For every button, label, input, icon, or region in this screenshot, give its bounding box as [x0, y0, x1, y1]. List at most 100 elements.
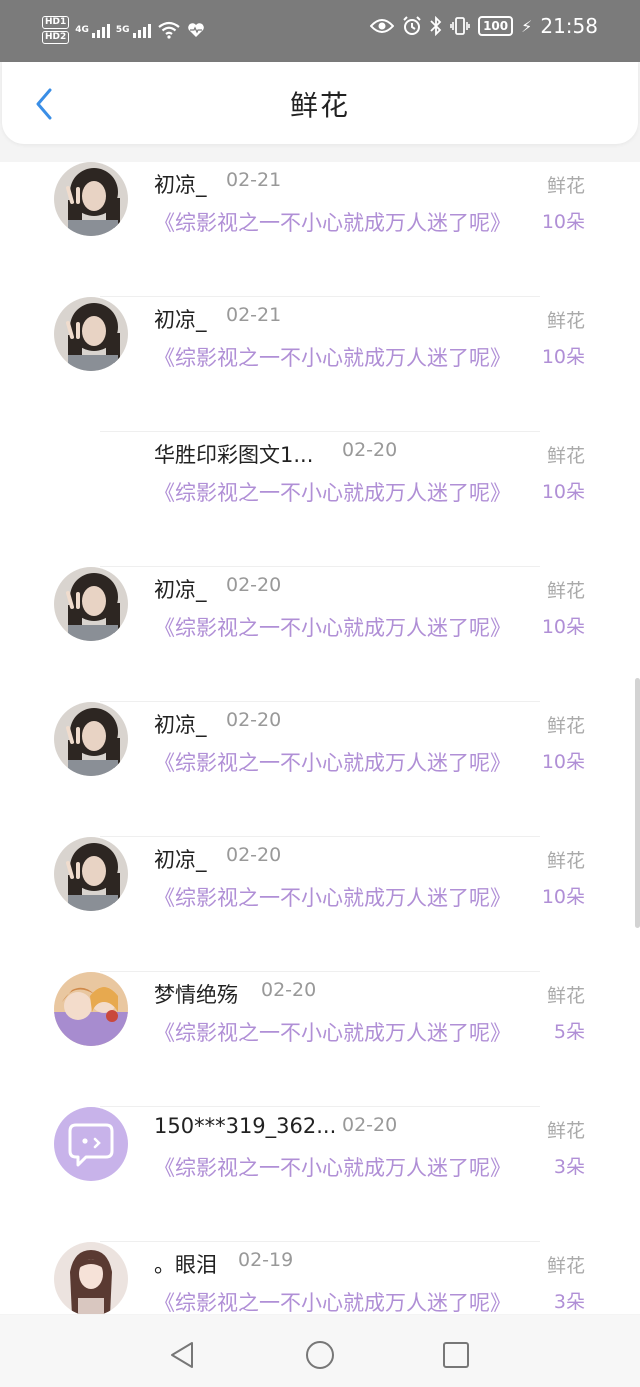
gift-date: 02-20 [226, 709, 282, 731]
gift-type: 鲜花 [546, 985, 585, 1007]
circle-home-icon [306, 1341, 334, 1369]
avatar[interactable] [54, 702, 128, 776]
gift-type: 鲜花 [546, 310, 585, 332]
avatar[interactable] [54, 972, 128, 1046]
list-item[interactable]: 。眼泪 02-19 《综影视之一不小心就成万人迷了呢》 鲜花 3朵 [0, 1242, 640, 1314]
gift-date: 02-20 [261, 979, 317, 1001]
user-name: 150***319_362... [154, 1114, 337, 1138]
gift-type: 鲜花 [546, 1120, 585, 1142]
user-name: 初凉_ [154, 578, 207, 602]
gift-count: 10朵 [541, 481, 585, 503]
list-item[interactable]: 初凉_ 02-20 《综影视之一不小心就成万人迷了呢》 鲜花 10朵 [0, 567, 640, 702]
gift-type: 鲜花 [546, 445, 585, 467]
gift-type: 鲜花 [546, 1255, 585, 1277]
user-name: 。眼泪 [154, 1253, 217, 1277]
bluetooth-icon [430, 16, 442, 36]
book-title[interactable]: 《综影视之一不小心就成万人迷了呢》 [154, 207, 511, 237]
clock: 21:58 [540, 14, 598, 38]
flower-gift-list[interactable]: 初凉_ 02-21 《综影视之一不小心就成万人迷了呢》 鲜花 10朵 初凉_ 0… [0, 162, 640, 1314]
gift-date: 02-20 [342, 1114, 398, 1136]
gift-count: 10朵 [541, 211, 585, 233]
system-nav-bar [0, 1315, 640, 1387]
list-item[interactable]: 初凉_ 02-21 《综影视之一不小心就成万人迷了呢》 鲜花 10朵 [0, 162, 640, 297]
gift-type: 鲜花 [546, 715, 585, 737]
avatar[interactable] [54, 1107, 128, 1181]
book-title[interactable]: 《综影视之一不小心就成万人迷了呢》 [154, 747, 511, 777]
list-item[interactable]: 华胜印彩图文1... 02-20 《综影视之一不小心就成万人迷了呢》 鲜花 10… [0, 432, 640, 567]
list-item[interactable]: 初凉_ 02-20 《综影视之一不小心就成万人迷了呢》 鲜花 10朵 [0, 702, 640, 837]
gift-count: 3朵 [553, 1291, 585, 1313]
nav-home-button[interactable] [300, 1335, 340, 1375]
book-title[interactable]: 《综影视之一不小心就成万人迷了呢》 [154, 477, 511, 507]
list-item[interactable]: 初凉_ 02-21 《综影视之一不小心就成万人迷了呢》 鲜花 10朵 [0, 297, 640, 432]
user-name: 初凉_ [154, 173, 207, 197]
avatar[interactable] [54, 837, 128, 911]
gift-date: 02-21 [226, 169, 282, 191]
avatar[interactable] [54, 567, 128, 641]
book-title[interactable]: 《综影视之一不小心就成万人迷了呢》 [154, 1152, 511, 1182]
book-title[interactable]: 《综影视之一不小心就成万人迷了呢》 [154, 882, 511, 912]
alarm-icon [403, 16, 421, 35]
list-item[interactable]: 150***319_362... 02-20 《综影视之一不小心就成万人迷了呢》… [0, 1107, 640, 1242]
list-item[interactable]: 初凉_ 02-20 《综影视之一不小心就成万人迷了呢》 鲜花 10朵 [0, 837, 640, 972]
book-title[interactable]: 《综影视之一不小心就成万人迷了呢》 [154, 1017, 511, 1047]
user-name: 初凉_ [154, 308, 207, 332]
top-app-bar: 鲜花 [2, 62, 638, 144]
hd-indicators: HD1 HD2 [42, 16, 70, 44]
user-name: 初凉_ [154, 848, 207, 872]
gift-date: 02-19 [238, 1249, 294, 1271]
chat-bubble-icon [54, 1107, 128, 1181]
eye-icon [370, 19, 395, 33]
status-left: HD1 HD2 4G 5G [42, 16, 205, 44]
avatar-photo [54, 162, 128, 236]
gift-count: 10朵 [541, 751, 585, 773]
gift-date: 02-20 [342, 439, 398, 461]
page-title: 鲜花 [289, 89, 350, 122]
avatar-photo [54, 1242, 128, 1314]
wifi-icon [157, 21, 180, 39]
gift-date: 02-20 [226, 844, 282, 866]
book-title[interactable]: 《综影视之一不小心就成万人迷了呢》 [154, 342, 511, 372]
gift-count: 10朵 [541, 886, 585, 908]
signal-icon [91, 22, 110, 38]
book-title[interactable]: 《综影视之一不小心就成万人迷了呢》 [154, 1287, 511, 1314]
hd-badge-2: HD2 [42, 31, 70, 44]
heart-health-icon [187, 23, 204, 37]
avatar-photo [54, 702, 128, 776]
avatar[interactable] [54, 297, 128, 371]
status-bar: HD1 HD2 4G 5G 100 ⚡ 21:58 [0, 0, 640, 62]
user-name: 梦情绝殇 [154, 983, 238, 1007]
triangle-back-icon [171, 1342, 193, 1368]
user-name: 华胜印彩图文1... [154, 443, 314, 467]
avatar-cartoon [54, 972, 128, 1046]
gift-date: 02-20 [226, 574, 282, 596]
scrollbar[interactable] [635, 678, 640, 928]
square-recents-icon [443, 1342, 469, 1368]
network-type-2: 5G [115, 25, 130, 35]
vibrate-icon [450, 17, 470, 35]
gift-type: 鲜花 [546, 850, 585, 872]
network-type-1: 4G [75, 25, 89, 35]
gift-count: 3朵 [553, 1156, 585, 1178]
battery-icon: 100 [478, 16, 514, 36]
status-right: 100 ⚡ 21:58 [370, 14, 598, 38]
signal-icon-2 [132, 22, 151, 38]
avatar[interactable] [54, 162, 128, 236]
avatar-photo [54, 297, 128, 371]
user-name: 初凉_ [154, 713, 207, 737]
gift-type: 鲜花 [546, 580, 585, 602]
avatar[interactable] [54, 1242, 128, 1314]
gift-type: 鲜花 [546, 175, 585, 197]
book-title[interactable]: 《综影视之一不小心就成万人迷了呢》 [154, 612, 511, 642]
gift-count: 10朵 [541, 346, 585, 368]
list-item[interactable]: 梦情绝殇 02-20 《综影视之一不小心就成万人迷了呢》 鲜花 5朵 [0, 972, 640, 1107]
gift-count: 5朵 [553, 1021, 585, 1043]
nav-back-button[interactable] [162, 1335, 202, 1375]
nav-recents-button[interactable] [436, 1335, 476, 1375]
gift-date: 02-21 [226, 304, 282, 326]
hd-badge-1: HD1 [42, 16, 70, 29]
avatar-photo [54, 837, 128, 911]
charging-icon: ⚡ [521, 16, 533, 36]
gift-count: 10朵 [541, 616, 585, 638]
avatar-photo [54, 567, 128, 641]
